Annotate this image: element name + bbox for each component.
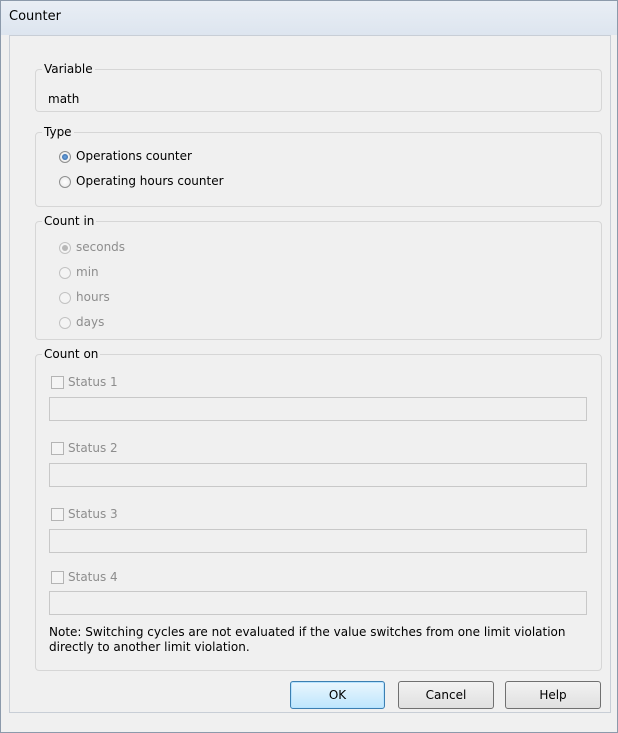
variable-value: math bbox=[48, 92, 80, 106]
dialog-body: Variable math Type Operations counter Op… bbox=[9, 35, 611, 713]
status-1-field[interactable] bbox=[49, 397, 587, 421]
status-3-checkbox[interactable] bbox=[51, 508, 64, 521]
note-text: Note: Switching cycles are not evaluated… bbox=[49, 625, 566, 654]
seconds-label[interactable]: seconds bbox=[76, 240, 125, 254]
days-label[interactable]: days bbox=[76, 315, 104, 329]
status-3-field[interactable] bbox=[49, 529, 587, 553]
title-bar[interactable]: Counter bbox=[1, 1, 617, 35]
count-in-legend: Count in bbox=[44, 214, 95, 228]
status-4-field[interactable] bbox=[49, 591, 587, 615]
status-2-field[interactable] bbox=[49, 463, 587, 487]
type-group: Type bbox=[35, 125, 602, 207]
operating-hours-counter-radio[interactable] bbox=[59, 176, 71, 188]
status-2-label[interactable]: Status 2 bbox=[68, 441, 118, 455]
count-on-group: Count on bbox=[35, 347, 602, 671]
operations-counter-label[interactable]: Operations counter bbox=[76, 149, 192, 163]
count-on-legend: Count on bbox=[44, 347, 99, 361]
variable-legend: Variable bbox=[44, 62, 93, 76]
status-3-label[interactable]: Status 3 bbox=[68, 507, 118, 521]
counter-dialog: Counter Variable math Type Operations co… bbox=[0, 0, 618, 733]
status-1-checkbox[interactable] bbox=[51, 376, 64, 389]
status-1-label[interactable]: Status 1 bbox=[68, 375, 118, 389]
cancel-button[interactable]: Cancel bbox=[398, 681, 494, 709]
operating-hours-counter-label[interactable]: Operating hours counter bbox=[76, 174, 224, 188]
status-4-checkbox[interactable] bbox=[51, 571, 64, 584]
operations-counter-radio[interactable] bbox=[59, 151, 71, 163]
seconds-radio[interactable] bbox=[59, 242, 71, 254]
hours-label[interactable]: hours bbox=[76, 290, 110, 304]
min-label[interactable]: min bbox=[76, 265, 99, 279]
variable-group: Variable bbox=[35, 62, 602, 112]
days-radio[interactable] bbox=[59, 317, 71, 329]
min-radio[interactable] bbox=[59, 267, 71, 279]
hours-radio[interactable] bbox=[59, 292, 71, 304]
type-legend: Type bbox=[44, 125, 72, 139]
status-4-label[interactable]: Status 4 bbox=[68, 570, 118, 584]
window-title: Counter bbox=[9, 9, 61, 24]
count-in-group: Count in bbox=[35, 214, 602, 340]
status-2-checkbox[interactable] bbox=[51, 442, 64, 455]
help-button[interactable]: Help bbox=[505, 681, 601, 709]
ok-button[interactable]: OK bbox=[290, 681, 385, 709]
